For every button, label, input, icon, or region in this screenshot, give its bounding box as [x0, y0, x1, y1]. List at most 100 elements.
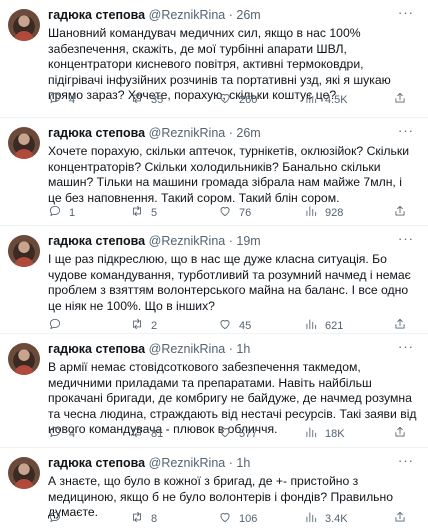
tweet[interactable]: гадюка степова @ReznikRina · 26m ··· Хоч… — [0, 118, 428, 226]
author-name[interactable]: гадюка степова — [48, 456, 145, 470]
views-icon — [304, 425, 318, 442]
tweet-actions: 8 106 3.4K — [48, 510, 420, 526]
reply-icon — [48, 510, 62, 527]
retweet-button[interactable]: 8 — [130, 510, 157, 527]
view-count: 621 — [325, 319, 344, 332]
more-options-icon[interactable]: ··· — [398, 123, 414, 138]
heart-icon — [218, 425, 232, 442]
tweet[interactable]: гадюка степова @ReznikRina · 26m ··· Шан… — [0, 0, 428, 118]
timestamp[interactable]: 19m — [236, 234, 260, 248]
tweet-text: Хочете порахую, скільки аптечок, турніке… — [48, 144, 410, 205]
views-button[interactable]: 928 — [304, 204, 343, 221]
author-handle[interactable]: @ReznikRina — [149, 456, 226, 470]
tweet-header: гадюка степова @ReznikRina · 26m — [48, 8, 261, 23]
tweet-header: гадюка степова @ReznikRina · 1h — [48, 342, 250, 357]
timestamp[interactable]: 26m — [236, 126, 260, 140]
avatar[interactable] — [8, 235, 40, 267]
avatar[interactable] — [8, 343, 40, 375]
tweet-header: гадюка степова @ReznikRina · 1h — [48, 456, 250, 471]
like-count: 106 — [239, 512, 258, 525]
author-name[interactable]: гадюка степова — [48, 126, 145, 140]
like-button[interactable]: 106 — [218, 510, 257, 527]
separator: · — [228, 342, 233, 356]
retweet-count: 35 — [151, 93, 164, 106]
reply-button[interactable]: 1 — [48, 204, 75, 221]
tweet-actions: 4 35 260 4.5K — [48, 91, 420, 107]
tweet-header: гадюка степова @ReznikRina · 19m — [48, 234, 261, 249]
share-button[interactable] — [393, 317, 407, 334]
heart-icon — [218, 204, 232, 221]
views-button[interactable]: 3.4K — [304, 510, 348, 527]
tweet[interactable]: гадюка степова @ReznikRina · 1h ··· А зн… — [0, 448, 428, 530]
views-icon — [304, 317, 318, 334]
retweet-button[interactable]: 2 — [130, 317, 157, 334]
more-options-icon[interactable]: ··· — [398, 231, 414, 246]
like-button[interactable]: 260 — [218, 91, 257, 108]
more-options-icon[interactable]: ··· — [398, 5, 414, 20]
separator: · — [228, 234, 233, 248]
views-button[interactable]: 18K — [304, 425, 345, 442]
retweet-button[interactable]: 35 — [130, 91, 163, 108]
tweet-actions: 4 81 577 18K — [48, 425, 420, 441]
tweet[interactable]: гадюка степова @ReznikRina · 19m ··· І щ… — [0, 226, 428, 334]
retweet-icon — [130, 204, 144, 221]
share-button[interactable] — [393, 91, 407, 108]
author-handle[interactable]: @ReznikRina — [149, 342, 226, 356]
like-count: 577 — [239, 427, 258, 440]
reply-count: 1 — [69, 206, 76, 219]
heart-icon — [218, 317, 232, 334]
avatar[interactable] — [8, 457, 40, 489]
share-icon — [393, 510, 407, 527]
author-name[interactable]: гадюка степова — [48, 342, 145, 356]
like-button[interactable]: 76 — [218, 204, 251, 221]
more-options-icon[interactable]: ··· — [398, 339, 414, 354]
heart-icon — [218, 510, 232, 527]
author-handle[interactable]: @ReznikRina — [149, 234, 226, 248]
author-name[interactable]: гадюка степова — [48, 234, 145, 248]
share-button[interactable] — [393, 425, 407, 442]
reply-button[interactable] — [48, 317, 69, 334]
separator: · — [228, 456, 233, 470]
timestamp[interactable]: 26m — [236, 8, 260, 22]
retweet-count: 5 — [151, 206, 158, 219]
retweet-icon — [130, 425, 144, 442]
share-button[interactable] — [393, 510, 407, 527]
view-count: 928 — [325, 206, 344, 219]
reply-button[interactable] — [48, 510, 69, 527]
avatar[interactable] — [8, 127, 40, 159]
reply-icon — [48, 425, 62, 442]
like-button[interactable]: 45 — [218, 317, 251, 334]
more-options-icon[interactable]: ··· — [398, 453, 414, 468]
timestamp[interactable]: 1h — [236, 342, 250, 356]
tweet-actions: 2 45 621 — [48, 317, 420, 333]
views-icon — [304, 510, 318, 527]
tweet-text: І ще раз підкреслюю, що в нас ще дуже кл… — [48, 252, 411, 313]
reply-icon — [48, 91, 62, 108]
separator: · — [228, 126, 233, 140]
author-name[interactable]: гадюка степова — [48, 8, 145, 22]
share-button[interactable] — [393, 204, 407, 221]
author-handle[interactable]: @ReznikRina — [149, 8, 226, 22]
reply-button[interactable]: 4 — [48, 425, 75, 442]
tweet[interactable]: гадюка степова @ReznikRina · 1h ··· В ар… — [0, 334, 428, 448]
reply-button[interactable]: 4 — [48, 91, 75, 108]
reply-count: 4 — [69, 427, 76, 440]
reply-icon — [48, 204, 62, 221]
reply-count: 4 — [69, 93, 76, 106]
like-count: 76 — [239, 206, 252, 219]
views-button[interactable]: 621 — [304, 317, 343, 334]
retweet-icon — [130, 91, 144, 108]
like-button[interactable]: 577 — [218, 425, 257, 442]
author-handle[interactable]: @ReznikRina — [149, 126, 226, 140]
retweet-count: 2 — [151, 319, 158, 332]
tweet-actions: 1 5 76 928 — [48, 204, 420, 220]
views-icon — [304, 91, 318, 108]
share-icon — [393, 425, 407, 442]
view-count: 4.5K — [325, 93, 348, 106]
retweet-button[interactable]: 81 — [130, 425, 163, 442]
timestamp[interactable]: 1h — [236, 456, 250, 470]
avatar[interactable] — [8, 9, 40, 41]
retweet-icon — [130, 510, 144, 527]
views-button[interactable]: 4.5K — [304, 91, 348, 108]
retweet-button[interactable]: 5 — [130, 204, 157, 221]
